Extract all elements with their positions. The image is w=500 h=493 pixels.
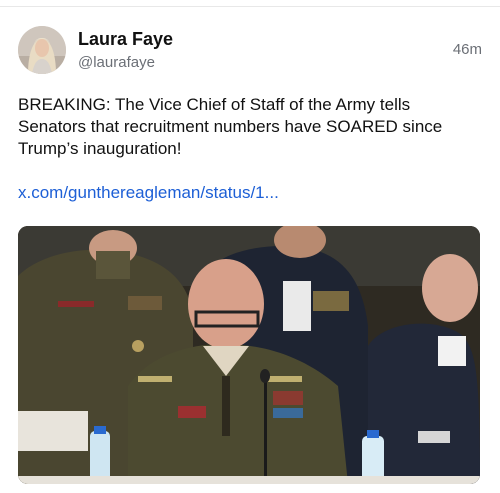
divider: [0, 6, 500, 7]
hearing-video-still: [18, 226, 480, 484]
post-timestamp[interactable]: 46m: [453, 41, 482, 58]
post-page: Laura Faye @laurafaye 46m BREAKING: The …: [0, 0, 500, 493]
post-media[interactable]: [18, 226, 480, 484]
post-card[interactable]: Laura Faye @laurafaye 46m BREAKING: The …: [18, 26, 482, 484]
author-display-name[interactable]: Laura Faye: [78, 28, 173, 50]
avatar-image: [18, 26, 66, 74]
avatar[interactable]: [18, 26, 66, 74]
author-handle[interactable]: @laurafaye: [78, 52, 173, 74]
post-text: BREAKING: The Vice Chief of Staff of the…: [18, 95, 443, 158]
author-names: Laura Faye @laurafaye: [78, 28, 173, 74]
post-header: Laura Faye @laurafaye 46m: [18, 26, 482, 76]
post-link[interactable]: x.com/gunthereagleman/status/1...: [18, 182, 279, 204]
